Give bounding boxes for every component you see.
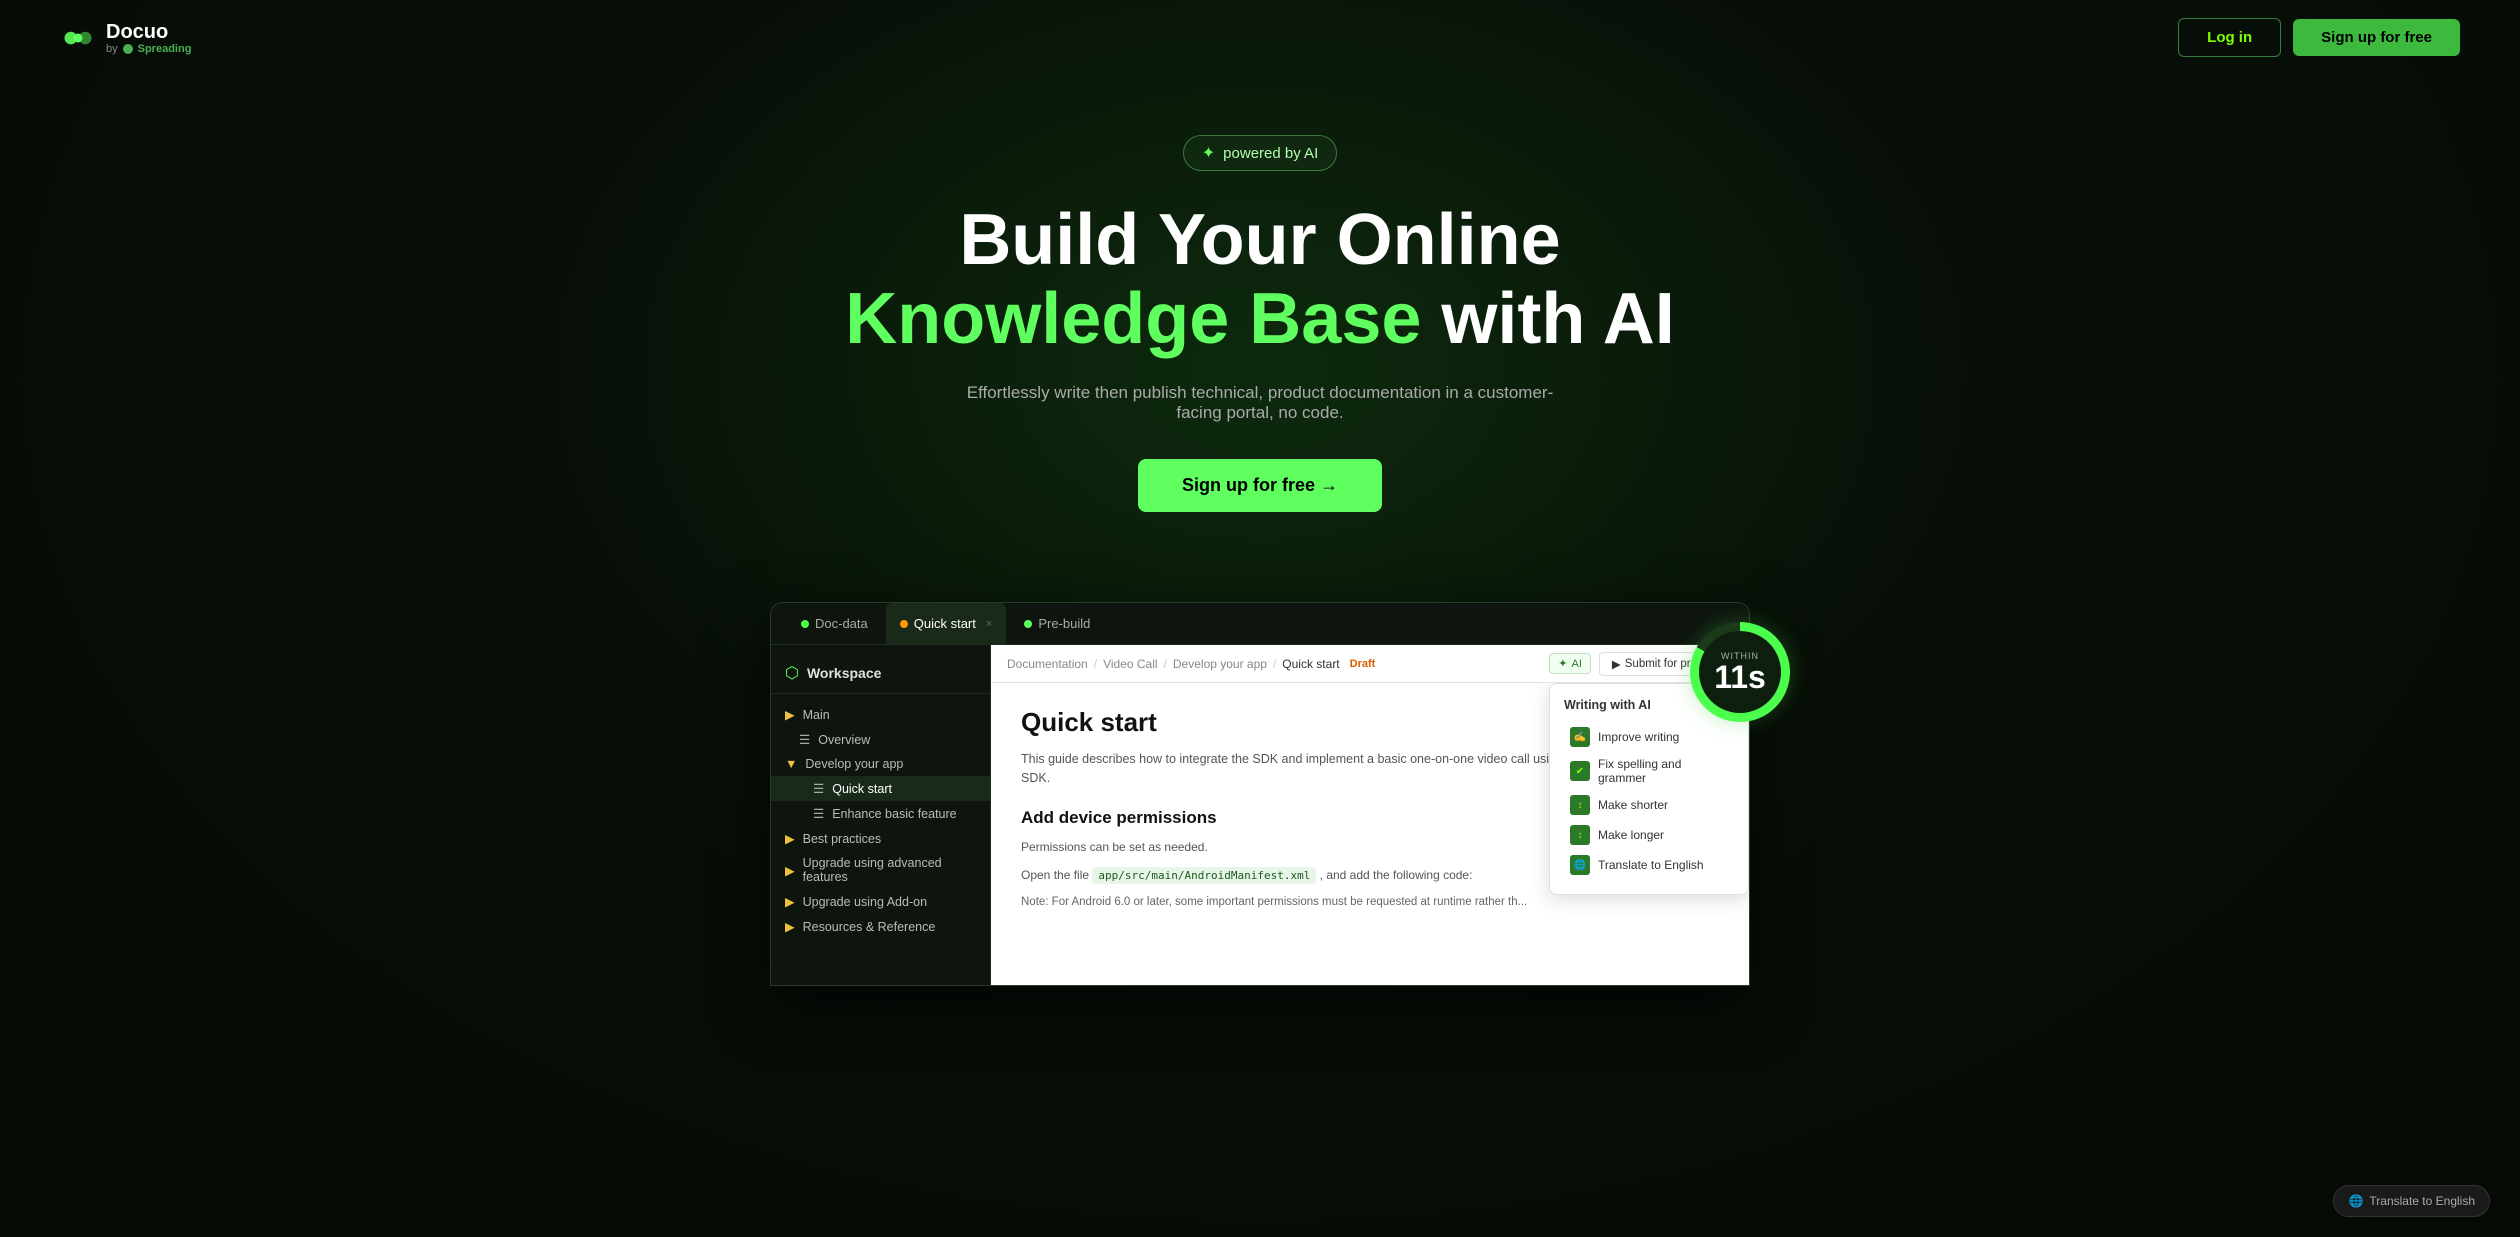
ai-option-translate[interactable]: 🌐 Translate to English (1564, 850, 1734, 880)
logo-text-group: Docuo by Spreading (106, 21, 191, 55)
sidebar-item-best-practices[interactable]: ▶ Best practices (771, 826, 990, 851)
docuo-logo-icon (60, 20, 96, 56)
signup-hero-button[interactable]: Sign up for free → (1138, 459, 1382, 512)
ai-toolbar-badge: ✦ AI (1549, 653, 1591, 674)
tab-label-pre-build: Pre-build (1038, 616, 1090, 631)
sidebar-item-develop[interactable]: ▼ Develop your app (771, 752, 990, 776)
sidebar-item-label-resources: Resources & Reference (803, 920, 936, 934)
tab-doc-data[interactable]: Doc-data (787, 603, 882, 644)
breadcrumb: Documentation / Video Call / Develop you… (1007, 657, 1549, 671)
main-content-area: Documentation / Video Call / Develop you… (991, 645, 1749, 985)
sidebar-item-overview[interactable]: ☰ Overview (771, 727, 990, 752)
breadcrumb-video-call: Video Call (1103, 657, 1157, 671)
sidebar-item-label-addon: Upgrade using Add-on (803, 895, 927, 909)
sidebar: ⬡ Workspace ▶ Main ☰ Overview ▼ Develop … (771, 645, 991, 985)
ai-translate-icon: 🌐 (1570, 855, 1590, 875)
header: Docuo by Spreading Log in Sign up for fr… (0, 0, 2520, 75)
file-icon-overview: ☰ (799, 732, 810, 747)
sidebar-item-resources[interactable]: ▶ Resources & Reference (771, 914, 990, 939)
tab-label-doc-data: Doc-data (815, 616, 868, 631)
file-icon-quick-start: ☰ (813, 781, 824, 796)
breadcrumb-sep1: / (1094, 657, 1097, 671)
tab-quick-start[interactable]: Quick start × (886, 603, 1007, 644)
logo-name: Docuo (106, 21, 191, 43)
translate-label: Translate to English (2369, 1194, 2475, 1208)
folder-icon-resources: ▶ (785, 919, 795, 934)
breadcrumb-sep3: / (1273, 657, 1276, 671)
sidebar-item-quick-start[interactable]: ☰ Quick start (771, 776, 990, 801)
ai-option-improve[interactable]: ✍ Improve writing (1564, 722, 1734, 752)
content-toolbar: Documentation / Video Call / Develop you… (991, 645, 1749, 683)
sidebar-item-main[interactable]: ▶ Main (771, 702, 990, 727)
breadcrumb-develop-app: Develop your app (1173, 657, 1267, 671)
timer-seconds: 11s (1714, 661, 1766, 693)
sidebar-item-label-quick-start: Quick start (832, 782, 892, 796)
breadcrumb-documentation: Documentation (1007, 657, 1088, 671)
sidebar-workspace-label: Workspace (807, 665, 881, 681)
tab-dot-doc-data (801, 620, 809, 628)
file-icon-enhance: ☰ (813, 806, 824, 821)
tab-label-quick-start: Quick start (914, 616, 976, 631)
translate-icon: 🌐 (2348, 1194, 2363, 1208)
sidebar-item-label-advanced: Upgrade using advanced features (803, 856, 976, 884)
folder-icon-advanced: ▶ (785, 863, 795, 878)
ai-fix-icon: ✔ (1570, 761, 1590, 781)
breadcrumb-quick-start: Quick start (1282, 657, 1339, 671)
hero-subtitle: Effortlessly write then publish technica… (960, 383, 1560, 423)
ai-option-make-shorter[interactable]: ↕ Make shorter (1564, 790, 1734, 820)
ai-toolbar-icon: ✦ (1558, 657, 1567, 670)
breadcrumb-sep2: / (1164, 657, 1167, 671)
tab-close-icon[interactable]: × (986, 618, 992, 630)
sidebar-header: ⬡ Workspace (771, 657, 990, 694)
header-buttons: Log in Sign up for free (2178, 18, 2460, 57)
ai-improve-icon: ✍ (1570, 727, 1590, 747)
ai-option-make-longer[interactable]: ↕ Make longer (1564, 820, 1734, 850)
content-note: Note: For Android 6.0 or later, some imp… (1021, 894, 1719, 911)
tab-dot-quick-start (900, 620, 908, 628)
breadcrumb-draft-badge: Draft (1350, 658, 1376, 670)
sidebar-item-enhance[interactable]: ☰ Enhance basic feature (771, 801, 990, 826)
login-button[interactable]: Log in (2178, 18, 2281, 57)
ai-sparkle-icon: ✦ (1202, 143, 1215, 163)
signup-header-button[interactable]: Sign up for free (2293, 19, 2460, 56)
sidebar-item-label-overview: Overview (818, 733, 870, 747)
sidebar-item-label-main: Main (803, 708, 830, 722)
ai-option-label-translate: Translate to English (1598, 858, 1704, 872)
sidebar-logo-icon: ⬡ (785, 663, 799, 683)
ai-option-label-longer: Make longer (1598, 828, 1664, 842)
folder-icon-main: ▶ (785, 707, 795, 722)
submit-play-icon: ▶ (1612, 657, 1621, 671)
logo-area: Docuo by Spreading (60, 20, 191, 56)
folder-icon-best: ▶ (785, 831, 795, 846)
folder-icon-develop: ▼ (785, 757, 797, 771)
ai-option-label-improve: Improve writing (1598, 730, 1679, 744)
hero-title: Build Your Online Knowledge Base with AI (810, 201, 1710, 359)
tab-dot-pre-build (1024, 620, 1032, 628)
app-window: Doc-data Quick start × Pre-build ⬡ (770, 602, 1750, 986)
sidebar-item-addon[interactable]: ▶ Upgrade using Add-on (771, 889, 990, 914)
tab-pre-build[interactable]: Pre-build (1010, 603, 1104, 644)
ai-option-fix-spelling[interactable]: ✔ Fix spelling and grammer (1564, 752, 1734, 790)
content-body: Quick start This guide describes how to … (991, 683, 1749, 985)
ai-longer-icon: ↕ (1570, 825, 1590, 845)
ai-shorter-icon: ↕ (1570, 795, 1590, 815)
sidebar-item-label-best: Best practices (803, 832, 882, 846)
app-inner: ⬡ Workspace ▶ Main ☰ Overview ▼ Develop … (771, 645, 1749, 985)
page-wrapper: Docuo by Spreading Log in Sign up for fr… (0, 0, 2520, 1237)
folder-icon-addon: ▶ (785, 894, 795, 909)
content-code-inline: app/src/main/AndroidManifest.xml (1092, 867, 1316, 884)
tab-bar: Doc-data Quick start × Pre-build (771, 603, 1749, 645)
sidebar-item-advanced[interactable]: ▶ Upgrade using advanced features (771, 851, 990, 889)
translate-badge[interactable]: 🌐 Translate to English (2333, 1185, 2490, 1217)
timer-badge: WITHIN 11s (1690, 622, 1790, 722)
preview-container: WITHIN 11s Doc-data Quick start × Pr (710, 602, 1810, 986)
sidebar-item-label-enhance: Enhance basic feature (832, 807, 956, 821)
ai-option-label-shorter: Make shorter (1598, 798, 1668, 812)
logo-by: by Spreading (106, 43, 191, 55)
ai-badge: ✦ powered by AI (1183, 135, 1337, 171)
hero-section: ✦ powered by AI Build Your Online Knowle… (0, 75, 2520, 552)
ai-option-label-fix: Fix spelling and grammer (1598, 757, 1728, 785)
sidebar-item-label-develop: Develop your app (805, 757, 903, 771)
spreading-icon (122, 43, 134, 55)
